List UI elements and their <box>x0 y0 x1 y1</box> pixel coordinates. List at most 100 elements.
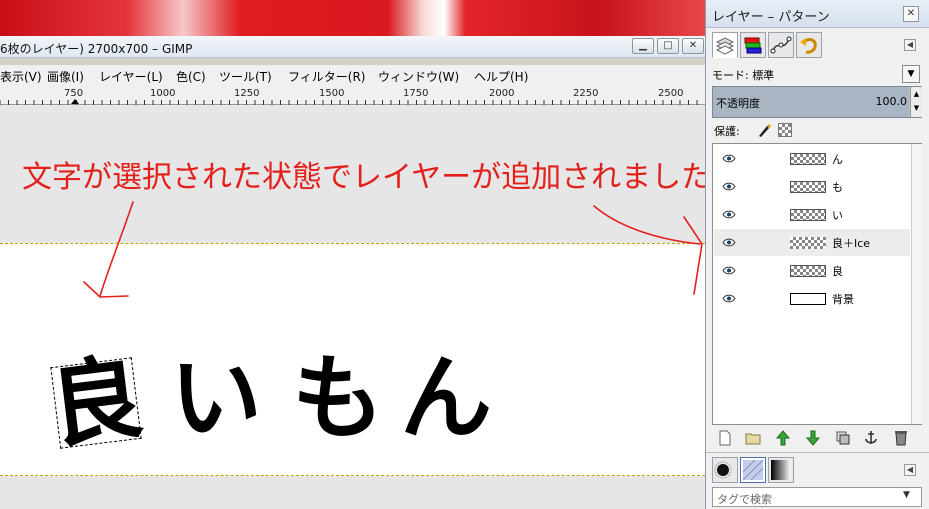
eye-icon[interactable] <box>722 182 736 191</box>
dock-close-button[interactable]: ✕ <box>903 6 919 22</box>
dock-title: レイヤー – パターン <box>712 10 830 25</box>
gimp-image-window: 6枚のレイヤー) 2700x700 – GIMP ▁ □ ✕ 表示(V) 画像(… <box>0 36 705 509</box>
selection-boundary-top <box>0 243 705 244</box>
pattern-icon <box>742 459 764 481</box>
lock-alpha-icon[interactable] <box>778 123 792 137</box>
layer-row[interactable]: 背景 <box>714 285 910 312</box>
layer-name[interactable]: 良 <box>832 263 843 279</box>
gradient-icon <box>771 460 791 480</box>
eye-icon[interactable] <box>722 210 736 219</box>
new-layer-icon[interactable] <box>716 429 734 447</box>
new-layer-group-icon[interactable] <box>744 429 762 447</box>
layer-thumbnail <box>790 293 826 305</box>
layer-thumbnail <box>790 181 826 193</box>
layer-row-selected[interactable]: 良＋Ice <box>714 229 910 256</box>
close-button[interactable]: ✕ <box>682 38 704 54</box>
menu-tools[interactable]: ツール(T) <box>219 68 272 85</box>
menu-image[interactable]: 画像(I) <box>47 68 84 85</box>
annotation-text: 文字が選択された状態でレイヤーが追加されました <box>22 160 712 195</box>
chevron-down-icon[interactable]: ▼ <box>902 65 920 83</box>
tab-gradients[interactable] <box>768 457 794 483</box>
brush-icon <box>714 461 732 479</box>
ruler-label: 2000 <box>489 88 515 99</box>
dock-titlebar: レイヤー – パターン ✕ <box>706 0 929 28</box>
ruler-label: 2500 <box>658 88 684 99</box>
eye-icon[interactable] <box>722 238 736 247</box>
ruler-label: 2250 <box>573 88 599 99</box>
tab-channels[interactable] <box>740 32 766 58</box>
layer-thumbnail <box>790 265 826 277</box>
duplicate-layer-icon[interactable] <box>834 429 852 447</box>
menu-bar: 表示(V) 画像(I) レイヤー(L) 色(C) ツール(T) フィルター(R)… <box>0 65 705 87</box>
ruler-label: 1000 <box>150 88 176 99</box>
menu-windows[interactable]: ウィンドウ(W) <box>378 68 459 85</box>
layer-list-scrollbar[interactable] <box>911 144 922 424</box>
layer-row[interactable]: も <box>714 173 910 200</box>
menu-layer[interactable]: レイヤー(L) <box>99 68 163 85</box>
canvas-glyph: ん <box>400 345 493 452</box>
layer-thumbnail <box>790 209 826 221</box>
layer-name[interactable]: も <box>832 179 843 195</box>
layers-dock: レイヤー – パターン ✕ ◀ モード: 標準 ▼ 不透明度 100.0 ▲ ▼… <box>705 0 929 509</box>
ruler-label: 750 <box>64 88 84 99</box>
layer-name[interactable]: 背景 <box>832 291 854 307</box>
menu-help[interactable]: ヘルプ(H) <box>474 68 528 85</box>
eye-icon[interactable] <box>722 154 736 163</box>
opacity-spin-buttons[interactable]: ▲ ▼ <box>910 87 922 117</box>
canvas-glyph-selected: 良 <box>43 343 149 462</box>
layer-row[interactable]: い <box>714 201 910 228</box>
lower-layer-icon[interactable] <box>804 429 822 447</box>
tab-menu-button[interactable]: ◀ <box>904 39 916 51</box>
brush-tab-menu-button[interactable]: ◀ <box>904 464 916 476</box>
ruler-label: 1500 <box>319 88 345 99</box>
layer-row[interactable]: 良 <box>714 257 910 284</box>
paths-icon <box>770 36 792 54</box>
tab-paths[interactable] <box>768 32 794 58</box>
menu-view[interactable]: 表示(V) <box>0 68 42 85</box>
maximize-button[interactable]: □ <box>657 38 679 54</box>
layer-mode-label: モード: 標準 <box>712 69 775 82</box>
undo-icon <box>800 38 817 54</box>
minimize-button[interactable]: ▁ <box>632 38 654 54</box>
dock-tab-row: ◀ <box>706 30 929 60</box>
delete-layer-icon[interactable] <box>892 429 910 447</box>
brush-tab-row: ◀ <box>706 452 929 484</box>
tab-layers[interactable] <box>712 32 738 58</box>
layer-name[interactable]: 良＋Ice <box>832 235 870 251</box>
layer-name[interactable]: ん <box>832 151 843 167</box>
tab-patterns[interactable] <box>740 457 766 483</box>
layer-list: ん も い 良＋Ice 良 背景 <box>712 143 922 425</box>
window-title: 6枚のレイヤー) 2700x700 – GIMP <box>0 42 193 56</box>
layer-mode-selector[interactable]: モード: 標準 ▼ <box>712 65 922 83</box>
eye-icon[interactable] <box>722 294 736 303</box>
horizontal-ruler: 750 1000 1250 1500 1750 2000 2250 2500 <box>0 87 705 105</box>
lock-pixels-brush-icon[interactable] <box>756 122 772 138</box>
layer-thumbnail <box>790 153 826 165</box>
opacity-slider[interactable]: 不透明度 100.0 ▲ ▼ <box>712 86 922 118</box>
anchor-icon[interactable] <box>862 429 880 447</box>
raise-layer-icon[interactable] <box>774 429 792 447</box>
eye-icon[interactable] <box>722 266 736 275</box>
tag-search-combo[interactable]: タグで検索 ▼ <box>712 487 922 507</box>
ruler-label: 1750 <box>403 88 429 99</box>
lock-row: 保護: <box>712 122 922 138</box>
layer-name[interactable]: い <box>832 207 843 223</box>
tag-search-placeholder: タグで検索 <box>717 493 772 506</box>
desktop-background <box>0 0 705 38</box>
ruler-ticks <box>0 99 698 105</box>
opacity-value[interactable]: 100.0 <box>863 95 908 108</box>
tab-undo-history[interactable] <box>796 32 822 58</box>
menu-colors[interactable]: 色(C) <box>176 68 206 85</box>
canvas-glyph: い <box>170 345 263 452</box>
lock-label: 保護: <box>714 125 740 138</box>
layer-row[interactable]: ん <box>714 145 910 172</box>
opacity-label: 不透明度 <box>716 97 760 110</box>
layers-icon <box>715 37 735 55</box>
selection-boundary-bottom <box>0 475 705 476</box>
menu-filters[interactable]: フィルター(R) <box>288 68 365 85</box>
tab-brushes[interactable] <box>712 457 738 483</box>
channels-icon <box>744 37 762 54</box>
chevron-down-icon[interactable]: ▼ <box>903 490 910 500</box>
canvas-glyph: も <box>292 345 385 452</box>
layer-thumbnail <box>790 237 826 249</box>
